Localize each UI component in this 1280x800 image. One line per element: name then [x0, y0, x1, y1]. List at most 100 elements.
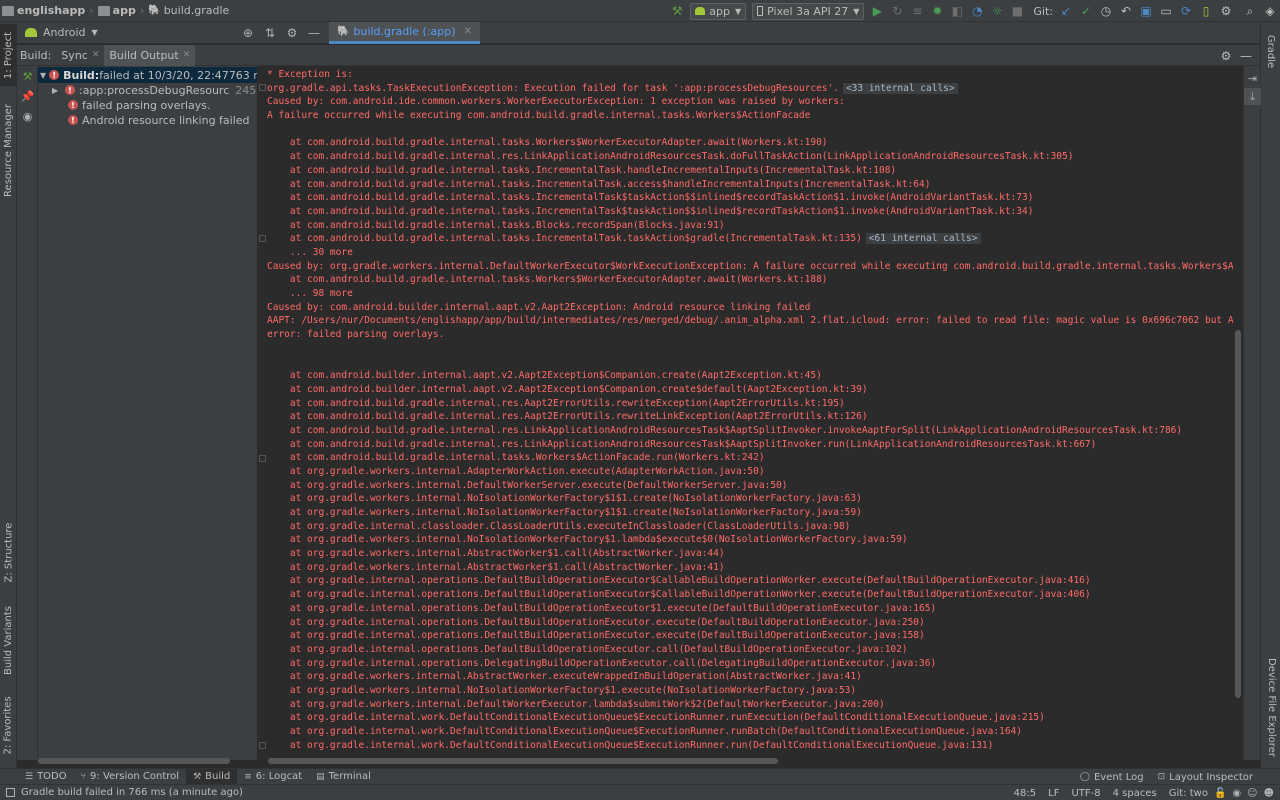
tab-project[interactable]: 1: Project — [0, 24, 17, 86]
layout-inspector-icon: ⊡ — [1157, 772, 1166, 782]
tab-structure[interactable]: Z: Structure — [0, 516, 17, 588]
hide-panel-icon[interactable]: — — [303, 23, 325, 43]
locate-file-icon[interactable]: ⊕ — [237, 23, 259, 43]
collapsed-arrow-icon[interactable]: ▶ — [52, 86, 62, 95]
project-structure-icon[interactable]: ▣ — [1136, 1, 1156, 21]
editor-tab-build-gradle[interactable]: 🐘 build.gradle (:app) ✕ — [329, 22, 480, 44]
apply-code-changes-icon[interactable]: ≡ — [907, 1, 927, 21]
error-icon: ! — [49, 70, 60, 80]
tab-build-variants[interactable]: Build Variants — [0, 602, 17, 678]
project-view-select[interactable]: Android ▼ — [17, 26, 98, 39]
expanded-arrow-icon[interactable]: ▼ — [40, 71, 46, 80]
fold-icon[interactable] — [259, 235, 266, 242]
tree-task[interactable]: ▶ ! :app:processDebugResourc 245 ms — [52, 82, 257, 98]
attach-debugger-icon[interactable]: ◧ — [947, 1, 967, 21]
profile-icon[interactable]: ◔ — [967, 1, 987, 21]
inspector-icon[interactable]: ◉ — [1232, 788, 1241, 799]
eye-icon[interactable]: ◉ — [19, 108, 36, 125]
tree-horizontal-scrollbar[interactable] — [38, 758, 230, 764]
debug-icon[interactable]: ✹ — [927, 1, 947, 21]
tab-device-file-explorer[interactable]: Device File Explorer — [1261, 652, 1280, 762]
indent-setting[interactable]: 4 spaces — [1113, 788, 1157, 799]
tab-layout-inspector[interactable]: ⊡ Layout Inspector — [1151, 769, 1260, 785]
git-rollback-icon[interactable]: ↶ — [1116, 1, 1136, 21]
tab-terminal[interactable]: ▤ Terminal — [309, 769, 378, 785]
tab-build[interactable]: ⚒ Build — [186, 768, 238, 785]
feedback-icon[interactable]: ☺ — [1247, 788, 1257, 799]
notifications-icon[interactable]: ☻ — [1264, 788, 1274, 799]
tab-todo[interactable]: ☰ TODO — [18, 769, 74, 785]
console-line-text: at com.android.build.gradle.internal.tas… — [267, 137, 828, 149]
left-tool-stripe: 1: Project Resource Manager Z: Structure… — [0, 22, 17, 768]
tab-event-log[interactable]: ◯ Event Log — [1073, 769, 1151, 785]
terminal-icon: ▤ — [316, 771, 325, 782]
console-line-text: at com.android.build.gradle.internal.tas… — [267, 192, 1034, 204]
fold-icon[interactable] — [259, 455, 266, 462]
search-icon[interactable]: ⌕ — [1240, 1, 1260, 21]
scroll-to-end-icon[interactable]: ⤓ — [1244, 88, 1261, 105]
build-window-title: Build: — [20, 48, 52, 62]
hide-panel-icon[interactable]: — — [1236, 46, 1256, 66]
breadcrumb-file[interactable]: 🐘 build.gradle — [146, 0, 231, 22]
run-with-coverage-icon[interactable]: ☼ — [987, 1, 1007, 21]
tab-build-output[interactable]: Build Output ✕ — [104, 44, 196, 66]
folder-icon — [97, 5, 110, 16]
avd-manager-icon[interactable]: ▯ — [1196, 1, 1216, 21]
fold-icon[interactable] — [259, 742, 266, 749]
console-line-text: at org.gradle.internal.operations.Delega… — [267, 657, 937, 669]
sdk-manager-icon[interactable]: ▭ — [1156, 1, 1176, 21]
tab-resource-manager[interactable]: Resource Manager — [0, 100, 17, 200]
git-history-icon[interactable]: ◷ — [1096, 1, 1116, 21]
run-icon[interactable]: ▶ — [867, 1, 887, 21]
console-line-text: at org.gradle.workers.internal.NoIsolati… — [267, 684, 857, 696]
device-select[interactable]: Pixel 3a API 27 ▼ — [752, 2, 865, 20]
line-separator[interactable]: LF — [1048, 788, 1059, 799]
close-icon[interactable]: ✕ — [183, 50, 191, 60]
soft-wrap-icon[interactable]: ⇥ — [1244, 70, 1261, 87]
gear-icon[interactable]: ⚙ — [1216, 46, 1236, 66]
tab-favorites[interactable]: 2: Favorites — [0, 690, 17, 760]
tab-version-control[interactable]: ⑂ 9: Version Control — [74, 769, 186, 785]
tree-root[interactable]: ▼ ! Build: failed at 10/3/20, 22:47 763 … — [38, 67, 257, 83]
lock-icon[interactable]: 🔓 — [1214, 788, 1226, 799]
event-log-icon: ◯ — [1079, 772, 1090, 782]
status-message[interactable]: Gradle build failed in 766 ms (a minute … — [21, 787, 243, 798]
stop-icon[interactable]: ■ — [1007, 1, 1027, 21]
tab-sync[interactable]: Sync ✕ — [56, 45, 104, 66]
breadcrumb-module[interactable]: app — [96, 0, 138, 22]
git-update-icon[interactable]: ↙ — [1056, 1, 1076, 21]
console-horizontal-scrollbar[interactable] — [268, 758, 778, 764]
apply-changes-icon[interactable]: ↻ — [887, 1, 907, 21]
file-encoding[interactable]: UTF-8 — [1071, 788, 1100, 799]
hammer-icon[interactable]: ⚒ — [19, 68, 36, 85]
gradle-sync-icon[interactable]: ⟳ — [1176, 1, 1196, 21]
close-icon[interactable]: ✕ — [92, 50, 100, 60]
fold-icon[interactable] — [259, 84, 266, 91]
pin-icon[interactable]: 📌 — [19, 88, 36, 105]
tree-error-item[interactable]: ! Android resource linking failed — [68, 112, 250, 128]
console-line-text: at org.gradle.internal.operations.Defaul… — [267, 643, 908, 655]
internal-calls-badge[interactable]: <61 internal calls> — [865, 233, 981, 245]
run-config-select[interactable]: app ▼ — [690, 2, 747, 20]
breadcrumb-project[interactable]: englishapp — [0, 0, 87, 22]
make-project-icon[interactable]: ⚒ — [667, 1, 687, 21]
collapse-all-icon[interactable]: ⇅ — [259, 23, 281, 43]
build-output-console[interactable]: * Exception is: org.gradle.api.tasks.Task… — [259, 66, 1233, 760]
console-line: Caused by: com.android.builder.internal.… — [267, 301, 1233, 315]
tab-gradle[interactable]: Gradle — [1261, 26, 1280, 76]
status-panel-icon[interactable] — [6, 788, 15, 797]
ide-features-icon[interactable]: ◈ — [1260, 1, 1280, 21]
console-line: at org.gradle.workers.internal.NoIsolati… — [267, 533, 1233, 547]
layout-inspector-icon[interactable]: ⚙ — [1216, 1, 1236, 21]
gear-icon[interactable]: ⚙ — [281, 23, 303, 43]
tab-logcat[interactable]: ≡ 6: Logcat — [237, 769, 309, 785]
git-commit-icon[interactable]: ✓ — [1076, 1, 1096, 21]
internal-calls-badge[interactable]: <33 internal calls> — [842, 82, 958, 94]
git-branch[interactable]: Git: two — [1169, 788, 1208, 799]
console-vertical-scrollbar[interactable] — [1235, 330, 1241, 698]
tree-error-item[interactable]: ! failed parsing overlays. — [68, 97, 211, 113]
close-icon[interactable]: ✕ — [464, 26, 472, 37]
console-line: org.gradle.api.tasks.TaskExecutionExcept… — [267, 82, 1233, 96]
console-line: at org.gradle.internal.operations.Defaul… — [267, 588, 1233, 602]
caret-position[interactable]: 48:5 — [1014, 788, 1036, 799]
